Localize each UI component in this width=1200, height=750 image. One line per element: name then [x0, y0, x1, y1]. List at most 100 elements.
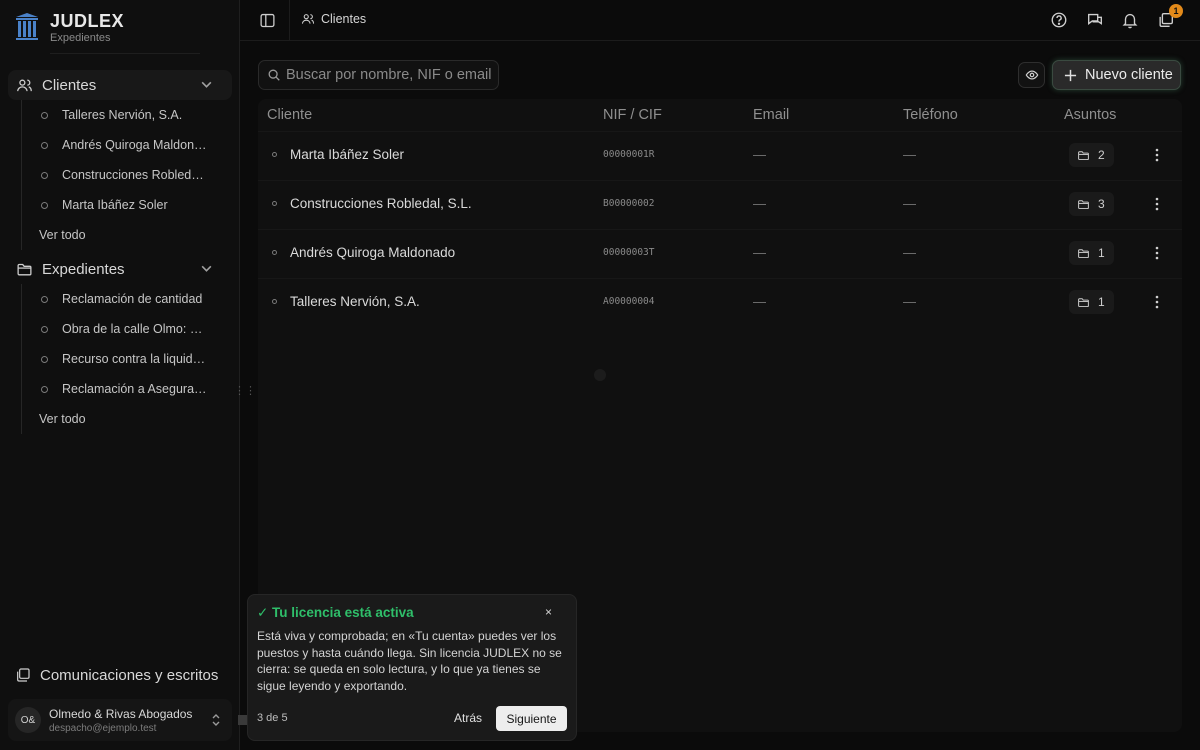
bullet-icon: [41, 171, 48, 179]
client-name: Construcciones Robledal, S.L.: [290, 196, 472, 211]
nif-cell: A00000004: [603, 296, 655, 307]
cases-count-button[interactable]: 1: [1069, 241, 1114, 265]
sidebar-client-label: Andrés Quiroga Maldonado: [62, 138, 208, 152]
bullet-icon: [41, 355, 48, 363]
client-name-cell[interactable]: Talleres Nervión, S.A.: [272, 294, 420, 309]
bullet-icon: [41, 111, 48, 119]
phone-cell: —: [903, 294, 916, 309]
client-name-cell[interactable]: Andrés Quiroga Maldonado: [272, 245, 455, 260]
nav-group-expedientes-label: Expedientes: [42, 260, 125, 278]
column-header-cases[interactable]: Asuntos: [1064, 107, 1116, 123]
close-icon[interactable]: ×: [545, 605, 552, 619]
bullet-icon: [272, 250, 277, 255]
new-client-label: Nuevo cliente: [1085, 67, 1173, 83]
client-name-cell[interactable]: Marta Ibáñez Soler: [272, 147, 404, 162]
client-name: Marta Ibáñez Soler: [290, 147, 405, 162]
sidebar-case-label: Obra de la calle Olmo: vicios: [62, 322, 208, 336]
chevrons-up-down-icon: [212, 714, 220, 726]
sidebar-client-item[interactable]: Andrés Quiroga Maldonado: [22, 130, 221, 160]
tour-step-counter: 3 de 5: [257, 712, 288, 724]
table-row[interactable]: Construcciones Robledal, S.L. B00000002 …: [258, 180, 1182, 229]
topbar-divider: [289, 0, 290, 41]
sidebar-client-item[interactable]: Construcciones Robledal, S.L.: [22, 160, 221, 190]
clients-subnav: Talleres Nervión, S.A. Andrés Quiroga Ma…: [21, 100, 221, 250]
loading-indicator: [594, 369, 606, 381]
brand-name: JUDLEX: [50, 11, 125, 31]
search-input[interactable]: [286, 67, 491, 83]
nav-group-clientes[interactable]: Clientes: [8, 70, 232, 100]
nav-communications[interactable]: Comunicaciones y escritos: [8, 661, 232, 689]
sidebar-case-item[interactable]: Obra de la calle Olmo: vicios: [22, 314, 221, 344]
nav-group-clientes-label: Clientes: [42, 76, 97, 94]
cases-count: 1: [1098, 295, 1105, 309]
bullet-icon: [41, 325, 48, 333]
sidebar-resize-handle[interactable]: ⋮⋮: [234, 386, 256, 402]
more-vertical-icon[interactable]: [1152, 294, 1162, 310]
folder-icon: [1078, 248, 1089, 258]
breadcrumb: Clientes: [301, 12, 366, 26]
column-header-nif[interactable]: NIF / CIF: [603, 107, 662, 123]
bullet-icon: [272, 299, 277, 304]
bullet-icon: [41, 201, 48, 209]
more-vertical-icon[interactable]: [1152, 245, 1162, 261]
tour-body: Está viva y comprobada; en «Tu cuenta» p…: [257, 629, 562, 693]
bell-icon[interactable]: [1121, 11, 1139, 29]
email-cell: —: [753, 294, 766, 309]
cases-subnav: Reclamación de cantidad Obra de la calle…: [21, 284, 221, 434]
email-cell: —: [753, 147, 766, 162]
brand-divider: [50, 53, 200, 54]
help-icon[interactable]: [1050, 11, 1068, 29]
column-header-email[interactable]: Email: [753, 107, 789, 123]
sidebar-case-label: Recurso contra la liquidación: [62, 352, 208, 366]
sidebar-client-label: Marta Ibáñez Soler: [62, 198, 168, 212]
client-name-cell[interactable]: Construcciones Robledal, S.L.: [272, 196, 472, 211]
phone-cell: —: [903, 196, 916, 211]
toggle-visibility-button[interactable]: [1018, 62, 1045, 88]
column-header-client[interactable]: Cliente: [267, 107, 312, 123]
account-switcher[interactable]: O& Olmedo & Rivas Abogados despacho@ejem…: [8, 699, 232, 741]
more-vertical-icon[interactable]: [1152, 147, 1162, 163]
sidebar: JUDLEX Expedientes Clientes Talleres Ner…: [0, 0, 240, 750]
table-row[interactable]: Talleres Nervión, S.A. A00000004 — — 1: [258, 278, 1182, 327]
folder-icon: [1078, 297, 1089, 307]
chevron-down-icon[interactable]: [200, 262, 213, 275]
messages-icon[interactable]: [1086, 11, 1104, 29]
sidebar-client-label: Construcciones Robledal, S.L.: [62, 168, 208, 182]
cases-count-button[interactable]: 1: [1069, 290, 1114, 314]
sidebar-case-item[interactable]: Recurso contra la liquidación: [22, 344, 221, 374]
nav-group-expedientes[interactable]: Expedientes: [8, 254, 232, 284]
email-cell: —: [753, 196, 766, 211]
table-header: Cliente NIF / CIF Email Teléfono Asuntos: [258, 99, 1182, 131]
notification-badge: 1: [1169, 4, 1183, 18]
cases-count: 2: [1098, 148, 1105, 162]
tour-back-button[interactable]: Atrás: [454, 711, 482, 725]
nif-cell: 00000003T: [603, 247, 655, 258]
sidebar-toggle-icon[interactable]: [259, 12, 276, 29]
table-row[interactable]: Andrés Quiroga Maldonado 00000003T — — 1: [258, 229, 1182, 278]
breadcrumb-current: Clientes: [321, 12, 367, 26]
client-name: Talleres Nervión, S.A.: [290, 294, 420, 309]
account-email: despacho@ejemplo.test: [49, 722, 157, 734]
table-row[interactable]: Marta Ibáñez Soler 00000001R — — 2: [258, 131, 1182, 180]
bullet-icon: [41, 295, 48, 303]
tour-next-button[interactable]: Siguiente: [496, 706, 567, 731]
cases-see-all-link[interactable]: Ver todo: [22, 404, 221, 434]
topbar: Clientes 1: [240, 0, 1200, 41]
bullet-icon: [272, 152, 277, 157]
sidebar-client-item[interactable]: Talleres Nervión, S.A.: [22, 100, 221, 130]
avatar: O&: [15, 707, 41, 733]
plus-icon: [1064, 69, 1077, 81]
sidebar-case-item[interactable]: Reclamación a Aseguradora: [22, 374, 221, 404]
sidebar-case-item[interactable]: Reclamación de cantidad: [22, 284, 221, 314]
bullet-icon: [41, 141, 48, 149]
cases-count-button[interactable]: 2: [1069, 143, 1114, 167]
more-vertical-icon[interactable]: [1152, 196, 1162, 212]
new-client-button[interactable]: Nuevo cliente: [1052, 60, 1181, 90]
chevron-down-icon[interactable]: [200, 78, 213, 91]
cases-count-button[interactable]: 3: [1069, 192, 1114, 216]
column-header-phone[interactable]: Teléfono: [903, 107, 958, 123]
brand[interactable]: JUDLEX Expedientes: [14, 12, 124, 44]
phone-cell: —: [903, 147, 916, 162]
clients-see-all-link[interactable]: Ver todo: [22, 220, 221, 250]
sidebar-client-item[interactable]: Marta Ibáñez Soler: [22, 190, 221, 220]
